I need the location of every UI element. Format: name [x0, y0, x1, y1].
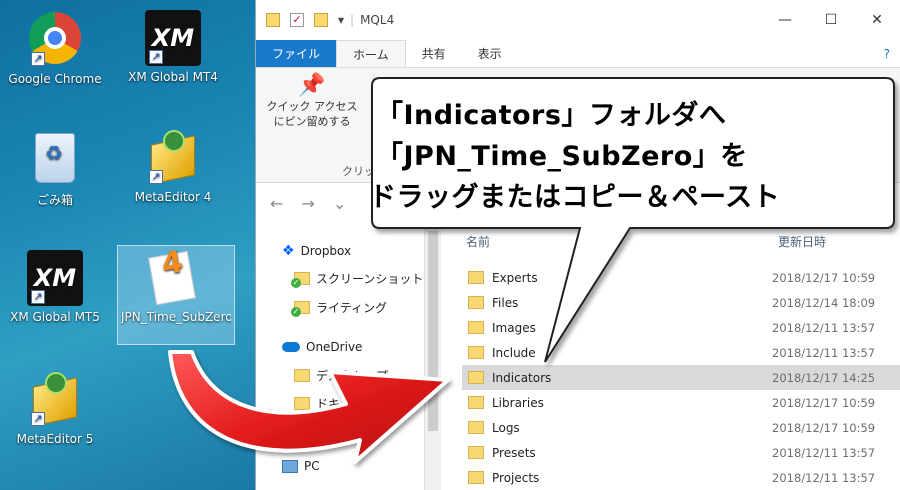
- drag-arrow-icon: [168, 350, 450, 464]
